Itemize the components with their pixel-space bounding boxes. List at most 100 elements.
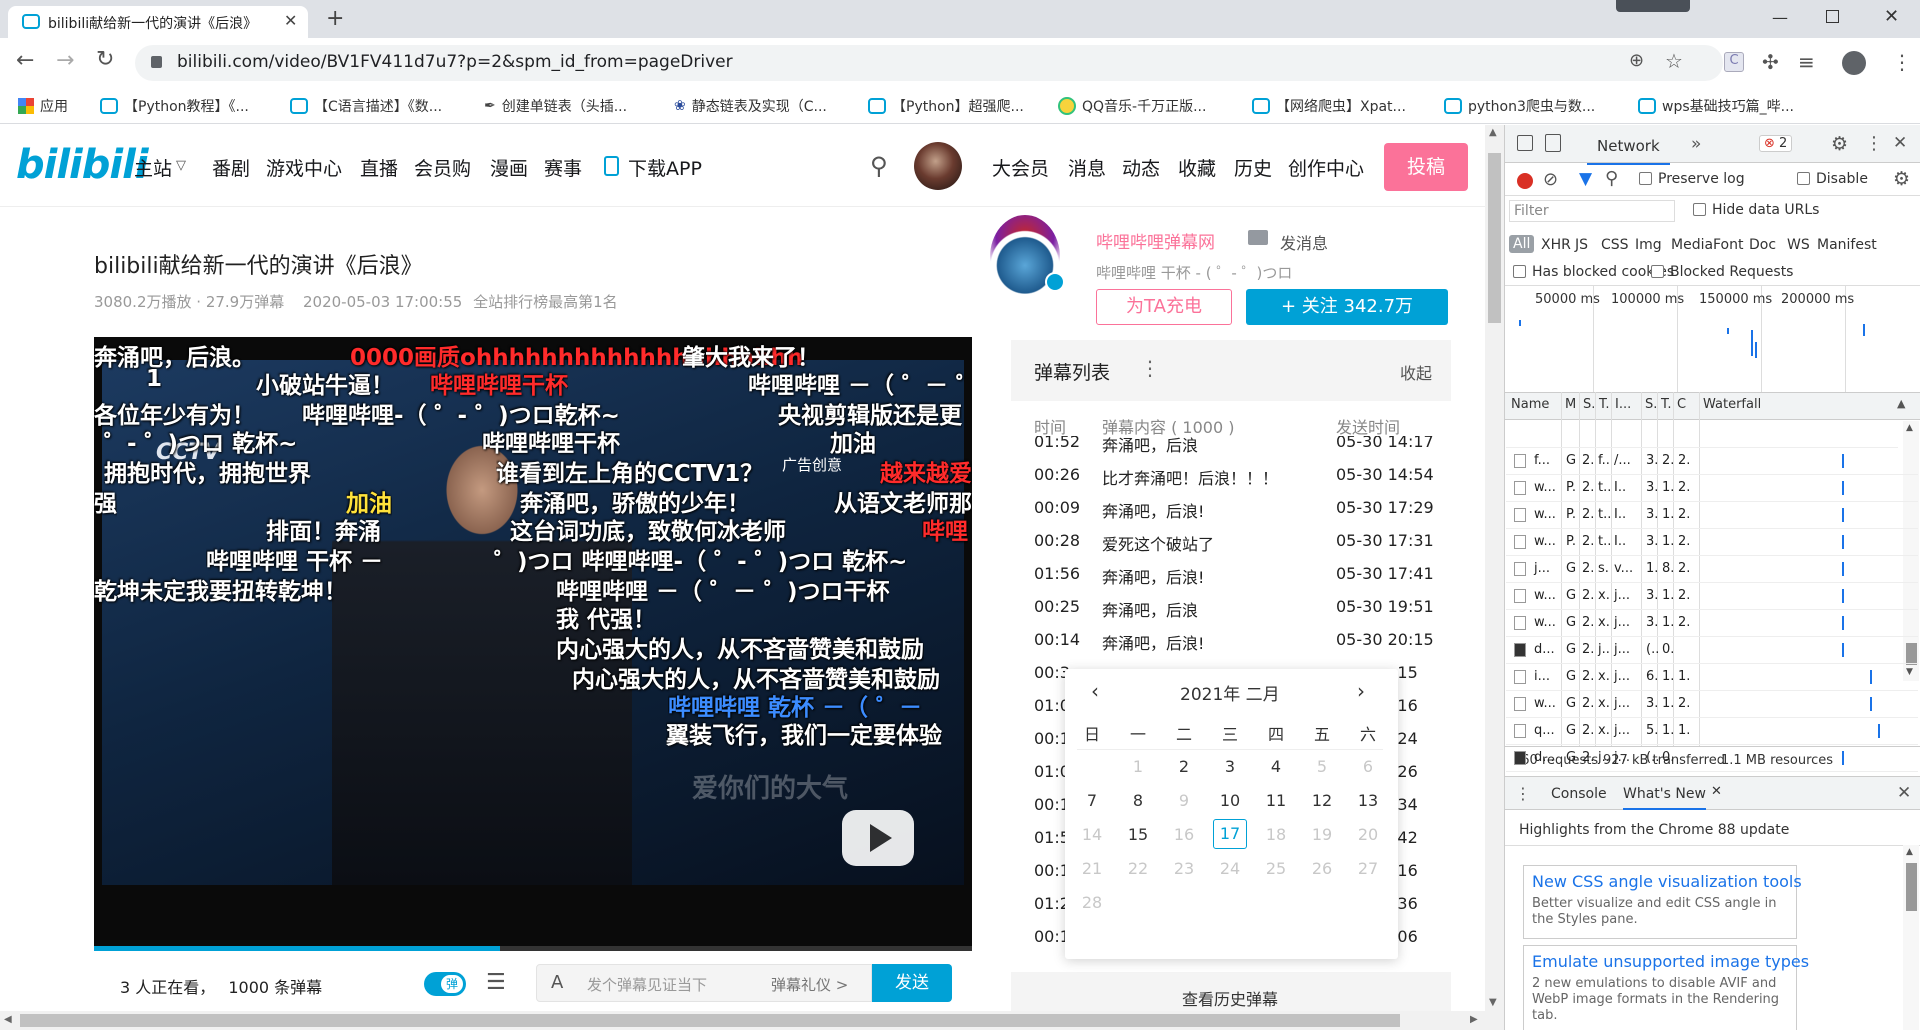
nav-manga[interactable]: 漫画 (490, 154, 528, 181)
column-header[interactable]: I... (1615, 397, 1631, 412)
nav-game-center[interactable]: 游戏中心 (266, 154, 342, 181)
danmaku-etiquette-link[interactable]: 弹幕礼仪 > (771, 974, 848, 995)
bookmark-item[interactable]: 【C语言描述】《数... (290, 96, 442, 116)
column-header[interactable]: Waterfall (1703, 397, 1761, 412)
drawer-close-icon[interactable]: ✕ (1897, 783, 1911, 803)
blocked-requests-checkbox[interactable]: Blocked Requests (1651, 264, 1793, 280)
close-window-icon[interactable]: ✕ (1884, 6, 1899, 27)
nav-dynamics[interactable]: 动态 (1122, 154, 1160, 181)
nav-main-site[interactable]: 主站 (134, 154, 172, 181)
column-header[interactable]: M (1565, 397, 1576, 412)
type-filter-css[interactable]: CSS (1601, 237, 1629, 253)
preserve-log-checkbox[interactable]: Preserve log (1639, 171, 1745, 187)
danmaku-comment[interactable]: 加油 (830, 424, 876, 458)
nav-history[interactable]: 历史 (1234, 154, 1272, 181)
bookmark-item[interactable]: 【Python】超强爬... (868, 96, 1024, 116)
danmaku-input-box[interactable]: A 发个弹幕见证当下 弹幕礼仪 > (536, 964, 872, 1002)
danmaku-input[interactable]: 发个弹幕见证当下 (587, 974, 707, 995)
drawer-scroll-up-icon[interactable]: ▲ (1906, 847, 1913, 857)
page-horizontal-scrollbar[interactable]: ◀ ▶ (0, 1011, 1504, 1030)
type-filter-font[interactable]: Font (1713, 237, 1743, 253)
calendar-day-selected[interactable]: 17 (1213, 819, 1247, 849)
danmaku-comment[interactable]: 哔哩哔哩干杯 (482, 424, 620, 458)
type-filter-media[interactable]: Media (1671, 237, 1713, 253)
browser-tab[interactable]: bilibili献给新一代的演讲《后浪》 ✕ (8, 6, 308, 38)
danmaku-comment[interactable]: 拥抱时代，拥抱世界 (104, 454, 311, 488)
request-row[interactable]: d... G 2. j.. j... (.. 0. (1506, 745, 1918, 772)
request-row[interactable]: i... G 2. x. j... 6. 1. 1. (1506, 664, 1918, 691)
danmaku-toggle[interactable]: 弹 (424, 972, 466, 996)
column-header[interactable]: S. (1583, 397, 1595, 412)
tab-network[interactable]: Network (1587, 137, 1670, 165)
back-icon[interactable]: ← (16, 48, 34, 73)
record-icon[interactable] (1517, 173, 1533, 189)
next-month-icon[interactable]: › (1357, 679, 1365, 703)
maximize-icon[interactable] (1826, 10, 1839, 23)
disable-cache-checkbox[interactable]: Disable (1797, 171, 1868, 187)
type-filter-manifest[interactable]: Manifest (1817, 237, 1877, 253)
danmaku-comment[interactable]: ゜- ゜)つロ 乾杯~ (104, 424, 297, 458)
zoom-icon[interactable]: ⊕ (1629, 50, 1644, 71)
type-filter-xhr[interactable]: XHR (1541, 237, 1571, 253)
danmaku-comment[interactable]: 哔哩哔哩干杯 (430, 366, 568, 400)
more-tabs-icon[interactable]: » (1691, 134, 1701, 154)
whats-new-card[interactable]: New CSS angle visualization tools Better… (1523, 865, 1802, 939)
danmaku-comment[interactable]: 哔哩哔哩 干杯 － (206, 542, 383, 576)
bookmark-item[interactable]: 【网络爬虫】Xpat... (1252, 96, 1406, 116)
nav-favorites[interactable]: 收藏 (1178, 154, 1216, 181)
type-filter-ws[interactable]: WS (1787, 237, 1810, 253)
scroll-thumb[interactable] (1488, 153, 1501, 323)
calendar-day[interactable]: 10 (1215, 791, 1245, 810)
close-tab-icon[interactable]: ✕ (1711, 784, 1722, 799)
column-header[interactable]: Name (1511, 397, 1549, 412)
bookmark-item[interactable]: ✒ 创建单链表（头插... (484, 96, 627, 116)
danmaku-comment[interactable]: 乾坤未定我要扭转乾坤！ (94, 572, 347, 606)
bookmark-item[interactable]: QQ音乐-千万正版... (1058, 96, 1206, 116)
danmaku-comment[interactable]: 1 (146, 366, 162, 392)
network-settings-icon[interactable]: ⚙ (1893, 168, 1910, 190)
request-row[interactable]: w... P. 2. t.. I.. 3. 1. 2. (1506, 502, 1918, 529)
column-header[interactable]: T. (1599, 397, 1610, 412)
request-row[interactable]: w... G 2. x. j... 3. 1. 2. (1506, 691, 1918, 718)
calendar-day[interactable]: 7 (1077, 791, 1107, 810)
danmaku-comment[interactable]: 奔涌吧，后浪。 (94, 338, 255, 372)
nav-shop[interactable]: 会员购 (414, 154, 471, 181)
overview-timeline[interactable]: 50000 ms 100000 ms 150000 ms 200000 ms (1505, 286, 1920, 392)
col-time[interactable]: 时间 (1034, 414, 1066, 438)
devtools-menu-icon[interactable]: ⋮ (1865, 133, 1883, 154)
drawer-scroll-thumb[interactable] (1906, 863, 1917, 911)
close-tab-icon[interactable]: ✕ (284, 11, 297, 30)
danmaku-comment[interactable]: 谁看到左上角的CCTV1？ (496, 454, 763, 488)
calendar-day[interactable]: 3 (1215, 757, 1245, 776)
request-row[interactable]: w... P. 2. t.. I.. 3. 1. 2. (1506, 475, 1918, 502)
calendar-day[interactable]: 12 (1307, 791, 1337, 810)
nav-live[interactable]: 直播 (360, 154, 398, 181)
calendar-day[interactable]: 13 (1353, 791, 1383, 810)
error-badge[interactable]: ⊗ 2 (1759, 135, 1793, 152)
text-format-icon[interactable]: A (551, 972, 563, 993)
request-row[interactable]: q... G 2. x. j... 5. 1. 1. (1506, 718, 1918, 745)
type-filter-doc[interactable]: Doc (1749, 237, 1776, 253)
nav-esports[interactable]: 赛事 (544, 154, 582, 181)
address-bar[interactable]: bilibili.com/video/BV1FV411d7u7?p=2&spm_… (135, 45, 1723, 81)
table-scroll-up-icon[interactable]: ▲ (1906, 423, 1913, 433)
send-danmaku-button[interactable]: 发送 (872, 964, 952, 1002)
drawer-scrollbar[interactable]: ▲ (1903, 845, 1919, 1030)
clear-icon[interactable]: ⊘ (1543, 169, 1558, 190)
request-row[interactable]: w... P. 2. t.. I.. 3. 1. 2. (1506, 529, 1918, 556)
url-text[interactable]: bilibili.com/video/BV1FV411d7u7?p=2&spm_… (177, 52, 1477, 72)
danmaku-comment[interactable]: ゜)つロ 哔哩哔哩-（ ゜- ゜)つロ 乾杯~ (494, 542, 907, 576)
danmaku-comment[interactable]: 内心强大的人，从不吝啬赞美和鼓励 (556, 630, 924, 664)
scroll-up-icon[interactable]: ▲ (1489, 127, 1497, 138)
scroll-down-icon[interactable]: ▼ (1489, 997, 1497, 1008)
danmaku-settings-icon[interactable]: ☰ (486, 970, 506, 995)
profile-avatar-icon[interactable] (1842, 51, 1866, 75)
danmaku-comment[interactable]: 排面！奔涌 (266, 512, 381, 546)
request-row[interactable]: f... G 2. f../... 3. 2. 2. (1506, 448, 1918, 475)
danmaku-list-menu-icon[interactable]: ⋮ (1140, 356, 1160, 380)
column-header[interactable]: S. (1645, 397, 1657, 412)
drawer-menu-icon[interactable]: ⋮ (1515, 784, 1531, 803)
scroll-left-icon[interactable]: ◀ (4, 1014, 12, 1025)
bookmark-item[interactable]: python3爬虫与数... (1444, 96, 1595, 116)
col-content[interactable]: 弹幕内容 ( 1000 ) (1102, 414, 1234, 438)
